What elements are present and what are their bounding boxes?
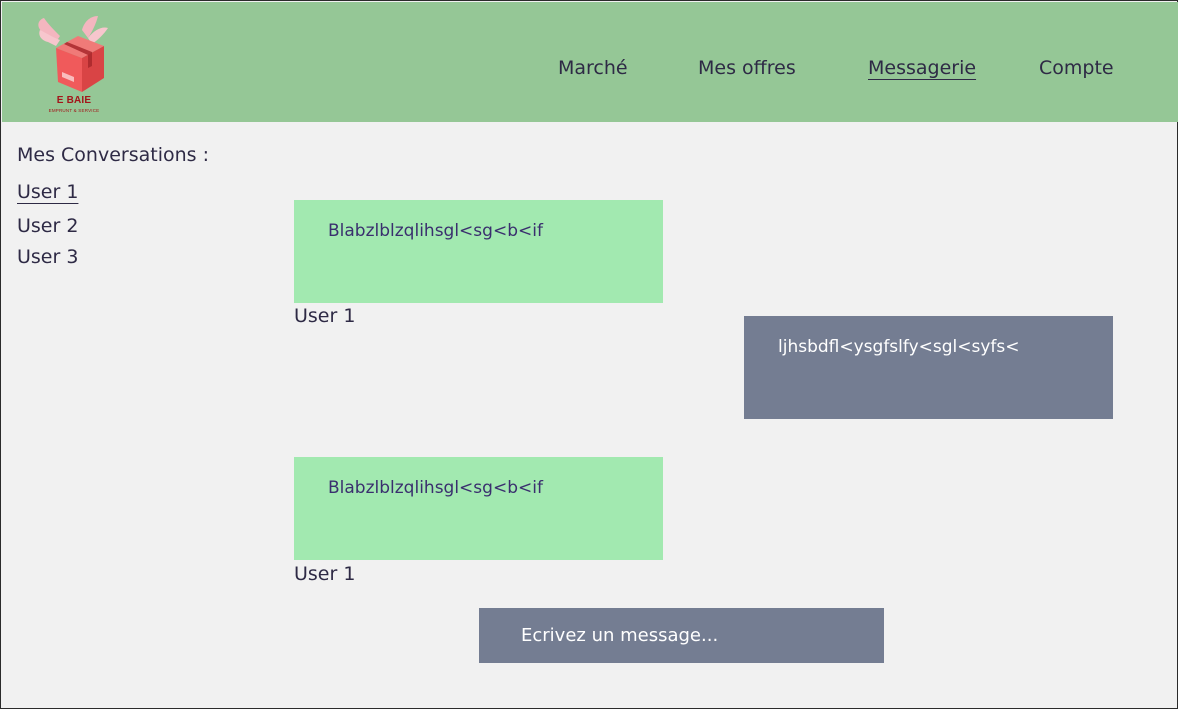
conversation-item-user-1[interactable]: User 1: [17, 180, 78, 204]
outgoing-message-bubble: ljhsbdfl<ysgfslfy<sgl<syfs<: [744, 316, 1113, 419]
logo-subtitle: EMPRUNT & SERVICE: [48, 108, 100, 113]
nav-messagerie[interactable]: Messagerie: [868, 56, 976, 80]
message-input[interactable]: [479, 608, 884, 663]
sidebar-title: Mes Conversations :: [17, 144, 209, 166]
logo-title: E BAIE: [56, 95, 92, 106]
conversation-item-user-2[interactable]: User 2: [17, 214, 78, 238]
message-sender-label: User 1: [294, 305, 356, 327]
logo[interactable]: E BAIE EMPRUNT & SERVICE: [34, 12, 114, 118]
message-sender-label: User 1: [294, 563, 356, 585]
top-header: E BAIE EMPRUNT & SERVICE Marché Mes offr…: [2, 2, 1178, 122]
incoming-message-bubble: Blabzlblzqlihsgl<sg<b<if: [294, 457, 663, 560]
conversation-item-user-3[interactable]: User 3: [17, 245, 78, 269]
incoming-message-bubble: Blabzlblzqlihsgl<sg<b<if: [294, 200, 663, 303]
nav-mes-offres[interactable]: Mes offres: [698, 56, 796, 80]
nav-marche[interactable]: Marché: [558, 56, 628, 80]
flying-box-logo-icon: [38, 16, 108, 92]
app-window: E BAIE EMPRUNT & SERVICE Marché Mes offr…: [0, 0, 1178, 709]
nav-compte[interactable]: Compte: [1039, 56, 1114, 80]
